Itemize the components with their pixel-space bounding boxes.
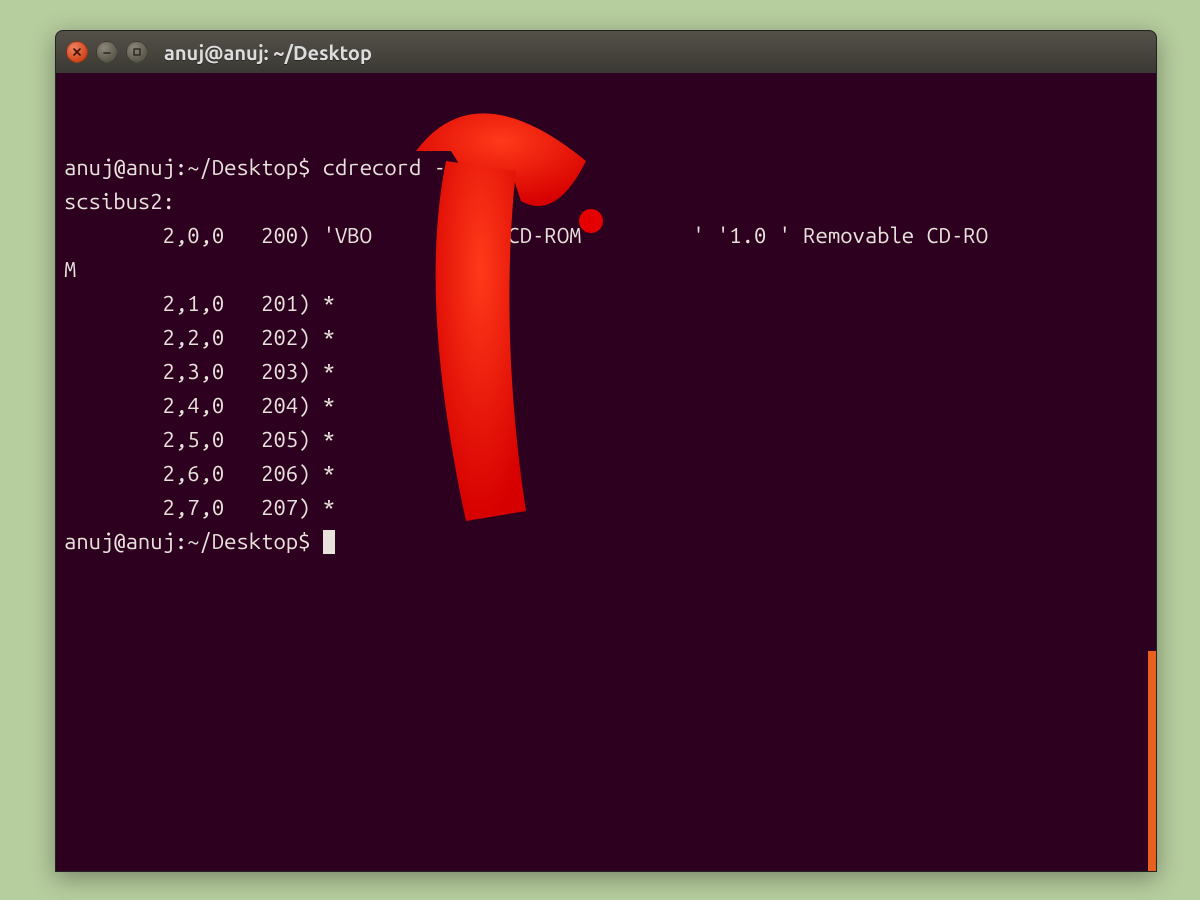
minimize-icon[interactable] <box>96 41 118 63</box>
output-line: 2,6,0 206) * <box>64 461 335 486</box>
output-line: CD-ROM ' '1.0 ' Removable CD-RO <box>508 223 988 248</box>
output-line: 2,4,0 204) * <box>64 393 335 418</box>
terminal-output: anuj@anuj:~/Desktop$ cdrecord -scanbus s… <box>64 151 1148 559</box>
window-title: anuj@anuj: ~/Desktop <box>164 41 372 64</box>
command-text: cdrecord -scanbus <box>323 155 532 180</box>
output-line: 2,3,0 203) * <box>64 359 335 384</box>
output-line: 2,0,0 200) 'VBO <box>64 223 372 248</box>
output-line: 2,1,0 201) * <box>64 291 335 316</box>
cursor <box>323 530 335 554</box>
output-line: scsibus2: <box>64 189 175 214</box>
output-line: M <box>64 257 76 282</box>
prompt: anuj@anuj:~/Desktop$ <box>64 529 323 554</box>
scrollbar-indicator <box>1148 651 1156 872</box>
prompt: anuj@anuj:~/Desktop$ <box>64 155 323 180</box>
terminal-body[interactable]: anuj@anuj:~/Desktop$ cdrecord -scanbus s… <box>56 73 1156 871</box>
output-line: 2,5,0 205) * <box>64 427 335 452</box>
maximize-icon[interactable] <box>126 41 148 63</box>
titlebar[interactable]: anuj@anuj: ~/Desktop <box>56 31 1156 73</box>
terminal-window: anuj@anuj: ~/Desktop anuj@anuj:~/Desktop… <box>55 30 1157 872</box>
output-line: 2,7,0 207) * <box>64 495 335 520</box>
close-icon[interactable] <box>66 41 88 63</box>
output-line: 2,2,0 202) * <box>64 325 335 350</box>
